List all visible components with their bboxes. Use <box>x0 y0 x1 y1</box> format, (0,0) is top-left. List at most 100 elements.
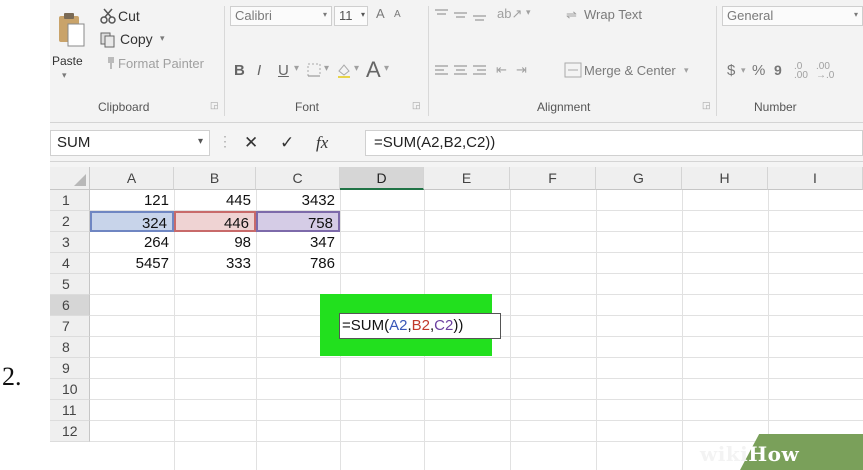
column-header-b[interactable]: B <box>174 167 256 190</box>
merge-center-button[interactable]: Merge & Center <box>584 63 676 78</box>
more-options-icon: ⋮ <box>218 133 232 149</box>
cut-button[interactable]: Cut <box>118 8 140 24</box>
row-header[interactable]: 3 <box>50 232 90 253</box>
ref-b2-token: B2 <box>411 317 430 334</box>
font-color-button[interactable]: A <box>366 57 381 83</box>
cell-b3[interactable]: 98 <box>174 232 256 253</box>
ribbon: Paste ▾ Cut Copy ▾ Format Painter Clipbo… <box>50 0 863 123</box>
wrap-text-icon[interactable]: ⇌ <box>566 7 577 23</box>
currency-button[interactable]: $ <box>727 62 735 79</box>
cell-a4[interactable]: 5457 <box>90 253 174 274</box>
insert-function-button[interactable]: fx <box>316 133 328 153</box>
paste-icon[interactable] <box>56 12 86 48</box>
paste-dropdown-icon[interactable]: ▾ <box>62 70 67 81</box>
cell-a1[interactable]: 121 <box>90 190 174 211</box>
chevron-down-icon: ▾ <box>853 10 858 19</box>
font-size-dropdown[interactable]: 11 ▾ <box>334 6 368 26</box>
row-header[interactable]: 8 <box>50 337 90 358</box>
spreadsheet-grid: A B C D E F G H I 1 2 3 4 5 6 7 8 9 10 1… <box>50 167 863 470</box>
alignment-group-label: Alignment <box>537 100 591 114</box>
column-header-h[interactable]: H <box>682 167 768 190</box>
column-header-i[interactable]: I <box>768 167 863 190</box>
font-group-label: Font <box>295 100 320 114</box>
underline-button[interactable]: U <box>278 62 289 79</box>
vertical-align-icons[interactable] <box>434 8 490 22</box>
paste-button[interactable]: Paste <box>52 54 83 68</box>
bold-button[interactable]: B <box>234 62 245 79</box>
column-header-e[interactable]: E <box>424 167 510 190</box>
orientation-icon[interactable]: ab↗ <box>497 6 522 22</box>
cell-b4[interactable]: 333 <box>174 253 256 274</box>
column-header-g[interactable]: G <box>596 167 682 190</box>
column-header-d[interactable]: D <box>340 167 424 190</box>
chevron-down-icon[interactable]: ▾ <box>324 63 329 74</box>
cell-a2[interactable]: 324 <box>90 211 174 232</box>
merge-center-icon[interactable] <box>564 62 582 78</box>
chevron-down-icon[interactable]: ▾ <box>684 65 689 76</box>
copy-icon[interactable] <box>100 32 116 48</box>
clipboard-launcher-icon[interactable]: ◲ <box>210 100 219 111</box>
column-header-a[interactable]: A <box>90 167 174 190</box>
cancel-icon[interactable]: ✕ <box>244 133 258 153</box>
chevron-down-icon[interactable]: ▾ <box>198 136 203 147</box>
row-header[interactable]: 11 <box>50 400 90 421</box>
chevron-down-icon[interactable]: ▾ <box>294 63 299 74</box>
ref-a2-token: A2 <box>389 317 408 334</box>
cell-c1[interactable]: 3432 <box>256 190 340 211</box>
border-icon[interactable] <box>306 62 322 78</box>
cell-c3[interactable]: 347 <box>256 232 340 253</box>
row-header[interactable]: 10 <box>50 379 90 400</box>
italic-button[interactable]: I <box>257 62 261 79</box>
enter-icon[interactable]: ✓ <box>280 133 294 153</box>
chevron-down-icon: ▾ <box>360 10 365 19</box>
scissors-icon[interactable] <box>100 8 116 24</box>
font-name-dropdown[interactable]: Calibri ▾ <box>230 6 332 26</box>
chevron-down-icon[interactable]: ▾ <box>741 65 746 76</box>
ref-c2-token: C2 <box>434 317 454 334</box>
chevron-down-icon[interactable]: ▾ <box>384 63 389 74</box>
cell-b2[interactable]: 446 <box>174 211 256 232</box>
wrap-text-button[interactable]: Wrap Text <box>584 7 642 22</box>
row-header[interactable]: 7 <box>50 316 90 337</box>
copy-button[interactable]: Copy <box>120 31 153 47</box>
row-header[interactable]: 5 <box>50 274 90 295</box>
horizontal-align-icons[interactable] <box>434 64 490 78</box>
column-header-c[interactable]: C <box>256 167 340 190</box>
decrease-decimal-icon[interactable]: .00 →.0 <box>816 62 834 81</box>
format-painter-button[interactable]: Format Painter <box>118 56 204 71</box>
select-all-button[interactable] <box>50 167 90 190</box>
cell-d6-editor[interactable]: =SUM(A2,B2,C2)) <box>339 313 501 339</box>
grow-font-button[interactable]: A <box>376 6 385 21</box>
clipboard-group-label: Clipboard <box>98 100 150 114</box>
cell-c4[interactable]: 786 <box>256 253 340 274</box>
wikihow-watermark: wikiHow <box>700 442 800 466</box>
row-header[interactable]: 4 <box>50 253 90 274</box>
decrease-indent-icon[interactable]: ⇤ <box>496 62 507 78</box>
chevron-down-icon[interactable]: ▾ <box>526 7 531 18</box>
copy-dropdown-icon[interactable]: ▾ <box>160 33 165 44</box>
name-box[interactable]: SUM ▾ <box>50 130 210 156</box>
cell-b1[interactable]: 445 <box>174 190 256 211</box>
paintbrush-icon <box>108 57 114 69</box>
cell-a3[interactable]: 264 <box>90 232 174 253</box>
formula-bar: SUM ▾ ⋮ ✕ ✓ fx =SUM(A2,B2,C2)) <box>50 125 863 162</box>
alignment-launcher-icon[interactable]: ◲ <box>702 100 711 111</box>
comma-style-button[interactable]: 9 <box>774 62 782 78</box>
shrink-font-button[interactable]: A <box>394 9 401 20</box>
fill-color-icon[interactable] <box>336 62 352 78</box>
increase-decimal-icon[interactable]: .0.00 <box>794 62 808 81</box>
font-launcher-icon[interactable]: ◲ <box>412 100 421 111</box>
row-header[interactable]: 2 <box>50 211 90 232</box>
formula-input[interactable]: =SUM(A2,B2,C2)) <box>365 130 863 156</box>
percent-button[interactable]: % <box>752 62 765 79</box>
step-number: 2. <box>2 362 22 391</box>
column-header-f[interactable]: F <box>510 167 596 190</box>
row-header[interactable]: 9 <box>50 358 90 379</box>
row-header[interactable]: 1 <box>50 190 90 211</box>
number-format-dropdown[interactable]: General ▾ <box>722 6 863 26</box>
chevron-down-icon[interactable]: ▾ <box>354 63 359 74</box>
cell-c2[interactable]: 758 <box>256 211 340 232</box>
row-header[interactable]: 12 <box>50 421 90 442</box>
row-header[interactable]: 6 <box>50 295 90 316</box>
increase-indent-icon[interactable]: ⇥ <box>516 62 527 78</box>
